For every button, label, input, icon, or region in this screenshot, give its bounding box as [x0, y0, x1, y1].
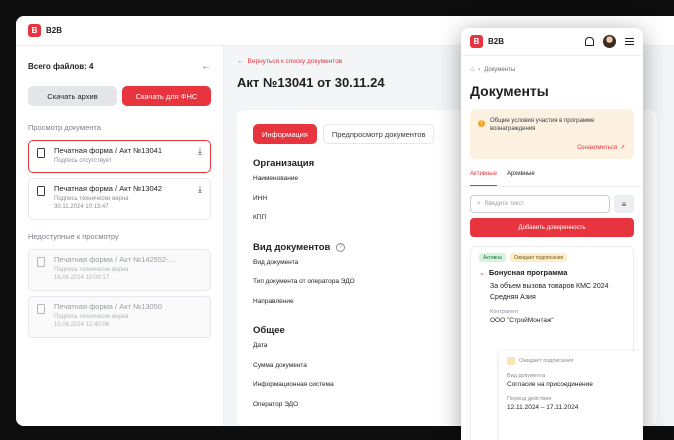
contractor-label: Контрагент: [490, 309, 519, 315]
file-item[interactable]: Печатная форма / Акт №13042 Подпись техн…: [28, 178, 211, 220]
file-date: 30.11.2024 10:13:47: [54, 204, 109, 210]
download-icon[interactable]: ⤓: [198, 146, 202, 157]
logo-text: B2B: [46, 26, 63, 35]
files-panel: Всего файлов: 4 ← Скачать архив Скачать …: [16, 46, 224, 426]
logo-icon: B: [28, 24, 41, 37]
avatar[interactable]: [603, 35, 616, 48]
program-description: За объем вызова товаров КМС 2024 Средняя…: [490, 283, 609, 301]
logo[interactable]: B B2B: [28, 24, 62, 37]
status-badge-pending: Ожидает подписания: [509, 253, 568, 262]
add-power-of-attorney-button[interactable]: Добавить доверенность: [470, 218, 634, 237]
file-item-disabled: Печатная форма / Акт №13050 Подпись техн…: [28, 296, 211, 338]
search-placeholder: Введите текст: [484, 201, 525, 207]
mobile-top-bar: B B2B: [461, 28, 643, 56]
sub-status-text: Ожидает подписания: [519, 358, 574, 364]
doc-type-value: Согласие на присоединение: [507, 381, 593, 388]
notice-text: Общие условия участия в программе вознаг…: [490, 118, 595, 132]
filter-icon: ≡: [621, 199, 627, 209]
info-icon: !: [478, 120, 485, 127]
document-icon: [37, 186, 45, 196]
sub-status: Ожидает подписания: [507, 357, 637, 365]
chevron-down-icon: ⌄: [479, 269, 485, 277]
external-link-icon: ↗: [619, 145, 625, 151]
filter-button[interactable]: ≡: [614, 195, 634, 213]
program-card[interactable]: Активна Ожидает подписания ⌄ Бонусная пр…: [470, 246, 643, 440]
home-icon[interactable]: ⌂: [470, 66, 474, 73]
download-icon[interactable]: ⤓: [198, 184, 202, 195]
tab-archive[interactable]: Архивные: [507, 171, 535, 186]
mobile-view: B B2B ⌂ › Документы Документы ! Общие ус…: [461, 28, 643, 440]
bell-icon[interactable]: [585, 37, 594, 46]
notice-link[interactable]: Ознакомиться ↗: [577, 144, 625, 152]
download-archive-button[interactable]: Скачать архив: [28, 86, 117, 106]
chevron-right-icon: ›: [478, 66, 481, 73]
document-icon: [37, 304, 45, 314]
collapse-arrow-icon[interactable]: ←: [201, 61, 211, 72]
document-icon: [37, 257, 45, 267]
download-fns-button[interactable]: Скачать для ФНС: [122, 86, 211, 106]
logo-text: B2B: [488, 37, 505, 46]
logo-icon: B: [470, 35, 483, 48]
file-name: Печатная форма / Акт №13050: [54, 302, 162, 311]
contractor-value: ООО "СтройМонтаж": [490, 317, 554, 324]
breadcrumb-item[interactable]: Документы: [484, 67, 515, 73]
file-name: Печатная форма / Акт №142552-...: [54, 255, 175, 264]
section-title-text: Организация: [253, 158, 315, 169]
section-title-text: Общее: [253, 325, 285, 336]
document-icon: [37, 148, 45, 158]
period-label: Период действия: [507, 396, 552, 402]
file-name: Печатная форма / Акт №13041: [54, 146, 162, 155]
sub-document-card[interactable]: Ожидает подписания Вид документа Согласи…: [499, 351, 643, 440]
mobile-page-title: Документы: [470, 83, 549, 99]
section-title-text: Вид документов: [253, 241, 331, 253]
search-input[interactable]: ⌕ Введите текст: [470, 195, 610, 213]
period-value: 12.11.2024 – 17.11.2024: [507, 404, 579, 411]
file-status: Подпись технически верна: [54, 267, 129, 273]
file-item[interactable]: Печатная форма / Акт №13041 Подпись отсу…: [28, 140, 211, 173]
logo[interactable]: B B2B: [470, 35, 504, 48]
file-name: Печатная форма / Акт №13042: [54, 184, 162, 193]
search-icon: ⌕: [477, 200, 481, 207]
tab-info[interactable]: Информация: [253, 124, 317, 144]
program-title[interactable]: ⌄ Бонусная программа: [479, 268, 625, 277]
unavailable-section-label: Недоступные к просмотру: [28, 232, 119, 241]
pending-icon: [507, 357, 515, 365]
menu-icon[interactable]: [625, 38, 634, 45]
help-icon[interactable]: ?: [336, 242, 346, 252]
status-badge-active: Активна: [479, 253, 506, 262]
files-total: Всего файлов: 4: [28, 61, 94, 71]
file-date: 15.06.2024 12:40:06: [54, 322, 110, 328]
program-title-text: Бонусная программа: [488, 268, 568, 277]
notice-banner: ! Общие условия участия в программе возн…: [470, 109, 634, 159]
mobile-tabs: Активные Архивные: [461, 171, 643, 187]
doc-type-label: Вид документа: [507, 373, 546, 379]
file-item-disabled: Печатная форма / Акт №142552-... Подпись…: [28, 249, 211, 291]
file-status: Подпись технически верна: [54, 314, 129, 320]
arrow-left-icon: ←: [237, 58, 244, 65]
breadcrumb: ⌂ › Документы: [461, 56, 643, 73]
tab-preview[interactable]: Предпросмотр документов: [322, 124, 435, 144]
file-date: 16.06.2024 10:00:17: [54, 275, 110, 281]
tab-active[interactable]: Активные: [470, 171, 497, 186]
file-status: Подпись отсутствует: [54, 158, 112, 164]
notice-link-label: Ознакомиться: [577, 144, 617, 151]
back-link-label: Вернуться к списку документов: [247, 58, 343, 65]
view-section-label: Просмотр документа: [28, 123, 101, 132]
file-status: Подпись технически верна: [54, 196, 129, 202]
